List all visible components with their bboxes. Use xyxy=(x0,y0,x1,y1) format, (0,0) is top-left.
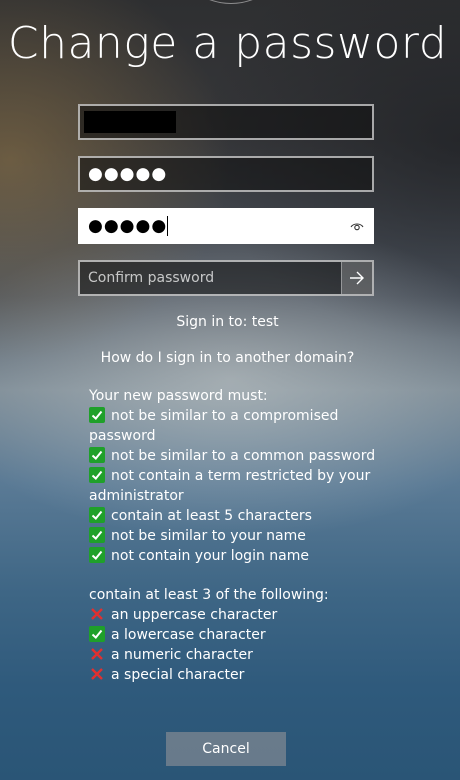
cancel-button[interactable]: Cancel xyxy=(166,732,286,766)
eye-icon[interactable] xyxy=(350,219,364,233)
check-icon xyxy=(89,447,105,463)
old-password-value: ●●●●● xyxy=(88,164,168,184)
old-password-field[interactable]: ●●●●● xyxy=(78,156,374,192)
check-icon xyxy=(89,407,105,423)
cross-icon xyxy=(91,668,103,680)
requirement-item: not be similar to your name xyxy=(89,526,379,546)
check-icon xyxy=(89,527,105,543)
requirement-item: contain at least 5 characters xyxy=(89,506,379,526)
page-title: Change a password xyxy=(7,18,448,69)
rule-text: a lowercase character xyxy=(111,627,266,643)
rule-text: not be similar to your name xyxy=(111,528,306,544)
cross-icon xyxy=(91,608,103,620)
rule-text: an uppercase character xyxy=(111,607,278,623)
requirements-list: not be similar to a compromised password… xyxy=(89,406,379,566)
rule-text: contain at least 5 characters xyxy=(111,508,312,524)
rule-text: a numeric character xyxy=(111,647,253,663)
other-domain-link[interactable]: How do I sign in to another domain? xyxy=(0,350,455,366)
categories-list: an uppercase character a lowercase charac… xyxy=(89,605,379,685)
check-icon xyxy=(89,626,105,642)
categories-heading: contain at least 3 of the following: xyxy=(89,587,329,603)
requirement-item: not contain a term restricted by your ad… xyxy=(89,466,379,506)
submit-button[interactable] xyxy=(341,262,372,294)
character-categories: contain at least 3 of the following: an … xyxy=(89,585,379,685)
category-item: an uppercase character xyxy=(89,605,379,625)
requirements-heading: Your new password must: xyxy=(89,388,268,404)
confirm-password-field[interactable] xyxy=(78,260,374,296)
redacted-username xyxy=(84,111,176,133)
arrow-right-icon xyxy=(350,271,364,285)
username-field[interactable] xyxy=(78,104,374,140)
requirement-item: not be similar to a common password xyxy=(89,446,379,466)
rule-text: a special character xyxy=(111,667,245,683)
rule-text: not be similar to a compromised password xyxy=(89,408,339,444)
category-item: a lowercase character xyxy=(89,625,379,645)
confirm-password-input[interactable] xyxy=(80,262,342,294)
rule-text: not contain a term restricted by your ad… xyxy=(89,468,371,504)
requirement-item: not be similar to a compromised password xyxy=(89,406,379,446)
rule-text: not contain your login name xyxy=(111,548,309,564)
sign-in-domain: Sign in to: test xyxy=(176,314,279,330)
text-caret xyxy=(167,216,169,236)
check-icon xyxy=(89,507,105,523)
user-avatar xyxy=(170,0,292,4)
new-password-value: ●●●●● xyxy=(88,216,169,236)
check-icon xyxy=(89,547,105,563)
rule-text: not be similar to a common password xyxy=(111,448,376,464)
password-requirements: Your new password must: not be similar t… xyxy=(89,386,379,566)
requirement-item: not contain your login name xyxy=(89,546,379,566)
check-icon xyxy=(89,467,105,483)
category-item: a special character xyxy=(89,665,379,685)
cross-icon xyxy=(91,648,103,660)
category-item: a numeric character xyxy=(89,645,379,665)
new-password-field[interactable]: ●●●●● xyxy=(78,208,374,244)
